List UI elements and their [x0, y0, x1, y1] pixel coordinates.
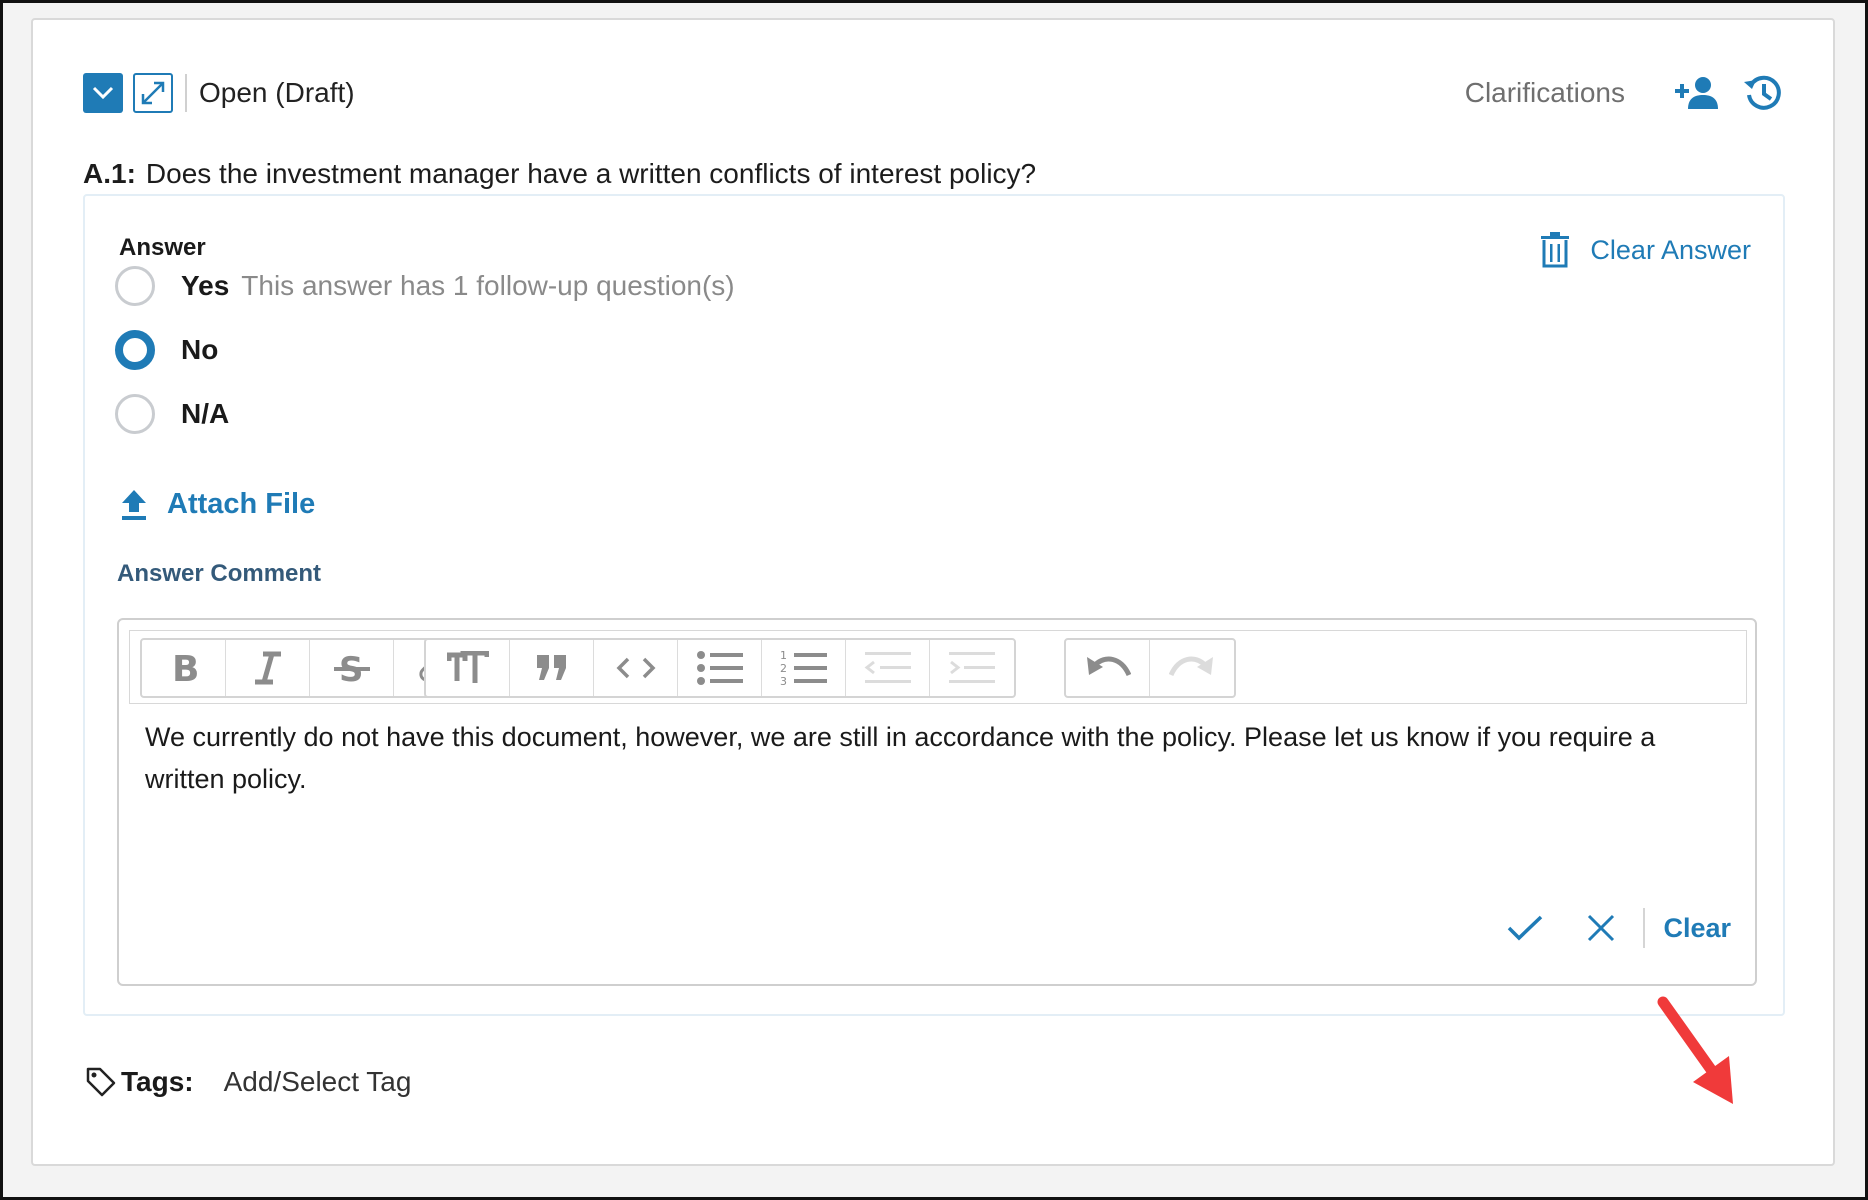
- quote-icon: [536, 655, 566, 680]
- header-actions: Clarifications: [1465, 70, 1785, 116]
- undo-icon: [1086, 656, 1131, 677]
- tags-label: Tags:: [121, 1066, 194, 1097]
- indent-icon: [949, 652, 995, 683]
- editor-actions: Clear: [1471, 906, 1731, 950]
- numbered-list-button[interactable]: 1 2 3: [762, 640, 846, 696]
- question-header: Open (Draft): [83, 72, 355, 114]
- clarifications-link[interactable]: Clarifications: [1465, 77, 1625, 109]
- expand-icon: [141, 81, 165, 105]
- question-text: A.1: Does the investment manager have a w…: [83, 158, 1036, 190]
- trash-icon: [1541, 232, 1570, 268]
- svg-text:B: B: [172, 651, 199, 685]
- bold-button[interactable]: B: [142, 640, 226, 696]
- answer-panel: Answer Clear Answer Yes This answer has …: [83, 194, 1785, 1104]
- question-body: Does the investment manager have a writt…: [145, 158, 1037, 189]
- strikethrough-icon: S: [333, 650, 370, 686]
- italic-icon: [254, 651, 281, 685]
- option-no-label: No: [181, 334, 219, 365]
- numbered-list-icon: 1 2 3: [780, 649, 827, 688]
- svg-text:1: 1: [780, 649, 787, 662]
- question-card: Open (Draft) Clarifications A.1: Does the…: [31, 18, 1835, 1166]
- upload-icon: [122, 489, 146, 520]
- option-no[interactable]: No: [115, 330, 218, 370]
- collapse-button[interactable]: [83, 73, 123, 113]
- add-user-button[interactable]: [1675, 71, 1719, 115]
- tag-icon: [86, 1067, 116, 1097]
- follow-up-note: This answer has 1 follow-up question(s): [241, 270, 735, 301]
- attach-file-label: Attach File: [167, 488, 316, 520]
- answer-comment-label: Answer Comment: [117, 560, 322, 587]
- svg-text:3: 3: [780, 675, 787, 688]
- bullet-list-button[interactable]: [678, 640, 762, 696]
- divider: [185, 74, 187, 112]
- toolbar-group-block: 1 2 3: [424, 638, 1016, 698]
- close-icon: [1588, 914, 1615, 942]
- radio-yes[interactable]: [115, 266, 155, 306]
- bullet-list-icon: [696, 651, 743, 685]
- status-label: Open (Draft): [199, 77, 355, 108]
- heading-icon: [446, 651, 489, 683]
- save-comment-button[interactable]: [1503, 906, 1547, 950]
- clear-answer-button[interactable]: Clear Answer: [1538, 232, 1751, 268]
- tags-row: Tags: Add/Select Tag: [85, 1066, 411, 1098]
- clear-comment-button[interactable]: Clear: [1663, 913, 1731, 944]
- bold-icon: B: [172, 651, 199, 685]
- toolbar-group-history: [1064, 638, 1236, 698]
- radio-no[interactable]: [115, 330, 155, 370]
- outdent-icon: [864, 652, 911, 683]
- option-yes[interactable]: Yes This answer has 1 follow-up question…: [115, 266, 735, 306]
- option-na[interactable]: N/A: [115, 394, 229, 434]
- indent-button[interactable]: [930, 640, 1014, 696]
- clear-answer-label: Clear Answer: [1590, 234, 1751, 265]
- divider: [1643, 908, 1646, 948]
- undo-button[interactable]: [1066, 640, 1150, 696]
- code-button[interactable]: [594, 640, 678, 696]
- chevron-down-icon: [92, 86, 114, 100]
- question-id: A.1:: [83, 158, 136, 189]
- comment-text[interactable]: We currently do not have this document, …: [145, 716, 1725, 800]
- heading-button[interactable]: [426, 640, 510, 696]
- check-icon: [1508, 915, 1543, 941]
- option-yes-label: Yes: [181, 270, 230, 301]
- add-tag-button[interactable]: Add/Select Tag: [224, 1066, 412, 1098]
- editor-toolbar: B S 1 2 3: [129, 630, 1747, 704]
- redo-button[interactable]: [1150, 640, 1234, 696]
- quote-button[interactable]: [510, 640, 594, 696]
- svg-text:2: 2: [780, 662, 787, 675]
- answer-label: Answer: [119, 234, 206, 261]
- cancel-comment-button[interactable]: [1579, 906, 1623, 950]
- annotation-arrow-icon: [1657, 996, 1733, 1104]
- outdent-button[interactable]: [846, 640, 930, 696]
- attach-file-button[interactable]: Attach File: [121, 488, 315, 521]
- expand-button[interactable]: [133, 73, 173, 113]
- history-icon: [1744, 75, 1781, 110]
- radio-na[interactable]: [115, 394, 155, 434]
- history-button[interactable]: [1741, 71, 1785, 115]
- redo-icon: [1169, 656, 1213, 677]
- italic-button[interactable]: [226, 640, 310, 696]
- comment-editor[interactable]: B S 1 2 3 We currently do not have this …: [117, 618, 1757, 986]
- option-na-label: N/A: [181, 398, 230, 429]
- code-icon: [616, 657, 655, 679]
- add-user-icon: [1675, 77, 1718, 109]
- strikethrough-button[interactable]: S: [310, 640, 394, 696]
